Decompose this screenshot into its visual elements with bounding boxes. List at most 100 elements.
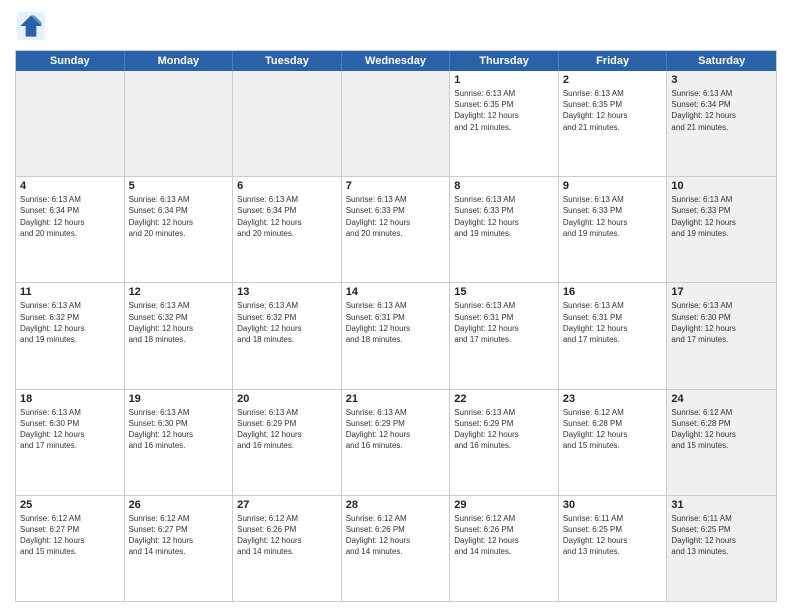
calendar-cell: 24Sunrise: 6:12 AM Sunset: 6:28 PM Dayli…	[667, 390, 776, 495]
calendar-cell: 7Sunrise: 6:13 AM Sunset: 6:33 PM Daylig…	[342, 177, 451, 282]
cell-info: Sunrise: 6:13 AM Sunset: 6:29 PM Dayligh…	[454, 407, 554, 452]
cal-header-day: Friday	[559, 51, 668, 71]
calendar-cell: 30Sunrise: 6:11 AM Sunset: 6:25 PM Dayli…	[559, 496, 668, 601]
day-number: 17	[671, 286, 772, 298]
cell-info: Sunrise: 6:13 AM Sunset: 6:30 PM Dayligh…	[129, 407, 229, 452]
day-number: 8	[454, 180, 554, 192]
calendar-body: 1 Sunrise: 6:13 AM Sunset: 6:35 PM Daylig…	[16, 71, 776, 601]
calendar-cell: 10 Sunrise: 6:13 AM Sunset: 6:33 PM Dayli…	[667, 177, 776, 282]
calendar-cell: 22 Sunrise: 6:13 AM Sunset: 6:29 PM Dayli…	[450, 390, 559, 495]
day-number: 26	[129, 499, 229, 511]
cell-info: Sunrise: 6:11 AM Sunset: 6:25 PM Dayligh…	[671, 513, 772, 558]
day-number: 31	[671, 499, 772, 511]
day-number: 2	[563, 74, 663, 86]
cell-info: Sunrise: 6:13 AM Sunset: 6:30 PM Dayligh…	[20, 407, 120, 452]
calendar-week-row: 11 Sunrise: 6:13 AM Sunset: 6:32 PM Dayli…	[16, 283, 776, 389]
day-number: 28	[346, 499, 446, 511]
calendar-cell	[125, 71, 234, 176]
cal-header-day: Thursday	[450, 51, 559, 71]
cell-info: Sunrise: 6:13 AM Sunset: 6:34 PM Dayligh…	[129, 194, 229, 239]
cell-info: Sunrise: 6:13 AM Sunset: 6:29 PM Dayligh…	[237, 407, 337, 452]
day-number: 11	[20, 286, 120, 298]
day-number: 21	[346, 393, 446, 405]
calendar-cell	[233, 71, 342, 176]
calendar-cell: 6 Sunrise: 6:13 AM Sunset: 6:34 PM Daylig…	[233, 177, 342, 282]
day-number: 10	[671, 180, 772, 192]
calendar-cell: 15 Sunrise: 6:13 AM Sunset: 6:31 PM Dayli…	[450, 283, 559, 388]
calendar-cell: 18Sunrise: 6:13 AM Sunset: 6:30 PM Dayli…	[16, 390, 125, 495]
day-number: 5	[129, 180, 229, 192]
calendar-cell: 19 Sunrise: 6:13 AM Sunset: 6:30 PM Dayli…	[125, 390, 234, 495]
day-number: 20	[237, 393, 337, 405]
calendar: SundayMondayTuesdayWednesdayThursdayFrid…	[15, 50, 777, 602]
cell-info: Sunrise: 6:13 AM Sunset: 6:35 PM Dayligh…	[563, 88, 663, 133]
day-number: 13	[237, 286, 337, 298]
day-number: 14	[346, 286, 446, 298]
cell-info: Sunrise: 6:13 AM Sunset: 6:35 PM Dayligh…	[454, 88, 554, 133]
calendar-week-row: 1 Sunrise: 6:13 AM Sunset: 6:35 PM Daylig…	[16, 71, 776, 177]
cell-info: Sunrise: 6:12 AM Sunset: 6:27 PM Dayligh…	[129, 513, 229, 558]
cal-header-day: Wednesday	[342, 51, 451, 71]
day-number: 15	[454, 286, 554, 298]
cell-info: Sunrise: 6:13 AM Sunset: 6:33 PM Dayligh…	[671, 194, 772, 239]
calendar-cell: 31 Sunrise: 6:11 AM Sunset: 6:25 PM Dayli…	[667, 496, 776, 601]
calendar-cell: 23 Sunrise: 6:12 AM Sunset: 6:28 PM Dayli…	[559, 390, 668, 495]
day-number: 9	[563, 180, 663, 192]
cell-info: Sunrise: 6:13 AM Sunset: 6:33 PM Dayligh…	[454, 194, 554, 239]
day-number: 27	[237, 499, 337, 511]
cell-info: Sunrise: 6:13 AM Sunset: 6:29 PM Dayligh…	[346, 407, 446, 452]
day-number: 23	[563, 393, 663, 405]
cell-info: Sunrise: 6:13 AM Sunset: 6:34 PM Dayligh…	[237, 194, 337, 239]
cell-info: Sunrise: 6:13 AM Sunset: 6:30 PM Dayligh…	[671, 300, 772, 345]
day-number: 6	[237, 180, 337, 192]
logo	[15, 10, 51, 42]
cell-info: Sunrise: 6:12 AM Sunset: 6:27 PM Dayligh…	[20, 513, 120, 558]
cell-info: Sunrise: 6:12 AM Sunset: 6:28 PM Dayligh…	[563, 407, 663, 452]
cal-header-day: Sunday	[16, 51, 125, 71]
cell-info: Sunrise: 6:13 AM Sunset: 6:32 PM Dayligh…	[20, 300, 120, 345]
calendar-cell: 3Sunrise: 6:13 AM Sunset: 6:34 PM Daylig…	[667, 71, 776, 176]
cell-info: Sunrise: 6:13 AM Sunset: 6:31 PM Dayligh…	[563, 300, 663, 345]
calendar-cell: 11 Sunrise: 6:13 AM Sunset: 6:32 PM Dayli…	[16, 283, 125, 388]
calendar-cell: 16 Sunrise: 6:13 AM Sunset: 6:31 PM Dayli…	[559, 283, 668, 388]
calendar-cell: 21 Sunrise: 6:13 AM Sunset: 6:29 PM Dayli…	[342, 390, 451, 495]
cell-info: Sunrise: 6:12 AM Sunset: 6:26 PM Dayligh…	[346, 513, 446, 558]
day-number: 4	[20, 180, 120, 192]
day-number: 22	[454, 393, 554, 405]
calendar-cell: 17 Sunrise: 6:13 AM Sunset: 6:30 PM Dayli…	[667, 283, 776, 388]
calendar-cell: 8 Sunrise: 6:13 AM Sunset: 6:33 PM Daylig…	[450, 177, 559, 282]
calendar-week-row: 18Sunrise: 6:13 AM Sunset: 6:30 PM Dayli…	[16, 390, 776, 496]
cell-info: Sunrise: 6:13 AM Sunset: 6:33 PM Dayligh…	[563, 194, 663, 239]
day-number: 19	[129, 393, 229, 405]
calendar-cell: 2 Sunrise: 6:13 AM Sunset: 6:35 PM Daylig…	[559, 71, 668, 176]
calendar-cell: 20 Sunrise: 6:13 AM Sunset: 6:29 PM Dayli…	[233, 390, 342, 495]
calendar-cell: 14 Sunrise: 6:13 AM Sunset: 6:31 PM Dayli…	[342, 283, 451, 388]
calendar-cell	[342, 71, 451, 176]
page: SundayMondayTuesdayWednesdayThursdayFrid…	[0, 0, 792, 612]
day-number: 3	[671, 74, 772, 86]
calendar-cell: 5 Sunrise: 6:13 AM Sunset: 6:34 PM Daylig…	[125, 177, 234, 282]
cell-info: Sunrise: 6:13 AM Sunset: 6:32 PM Dayligh…	[129, 300, 229, 345]
cell-info: Sunrise: 6:13 AM Sunset: 6:31 PM Dayligh…	[346, 300, 446, 345]
day-number: 25	[20, 499, 120, 511]
calendar-cell: 28 Sunrise: 6:12 AM Sunset: 6:26 PM Dayli…	[342, 496, 451, 601]
calendar-cell: 12 Sunrise: 6:13 AM Sunset: 6:32 PM Dayli…	[125, 283, 234, 388]
calendar-cell: 26 Sunrise: 6:12 AM Sunset: 6:27 PM Dayli…	[125, 496, 234, 601]
cell-info: Sunrise: 6:13 AM Sunset: 6:34 PM Dayligh…	[20, 194, 120, 239]
header	[15, 10, 777, 42]
calendar-week-row: 25 Sunrise: 6:12 AM Sunset: 6:27 PM Dayli…	[16, 496, 776, 601]
day-number: 24	[671, 393, 772, 405]
day-number: 1	[454, 74, 554, 86]
cal-header-day: Tuesday	[233, 51, 342, 71]
day-number: 16	[563, 286, 663, 298]
calendar-cell: 4 Sunrise: 6:13 AM Sunset: 6:34 PM Daylig…	[16, 177, 125, 282]
calendar-cell: 13 Sunrise: 6:13 AM Sunset: 6:32 PM Dayli…	[233, 283, 342, 388]
cell-info: Sunrise: 6:13 AM Sunset: 6:32 PM Dayligh…	[237, 300, 337, 345]
calendar-cell: 9 Sunrise: 6:13 AM Sunset: 6:33 PM Daylig…	[559, 177, 668, 282]
day-number: 12	[129, 286, 229, 298]
calendar-header: SundayMondayTuesdayWednesdayThursdayFrid…	[16, 51, 776, 71]
logo-icon	[15, 10, 47, 42]
calendar-cell: 27Sunrise: 6:12 AM Sunset: 6:26 PM Dayli…	[233, 496, 342, 601]
cell-info: Sunrise: 6:13 AM Sunset: 6:31 PM Dayligh…	[454, 300, 554, 345]
cell-info: Sunrise: 6:13 AM Sunset: 6:33 PM Dayligh…	[346, 194, 446, 239]
